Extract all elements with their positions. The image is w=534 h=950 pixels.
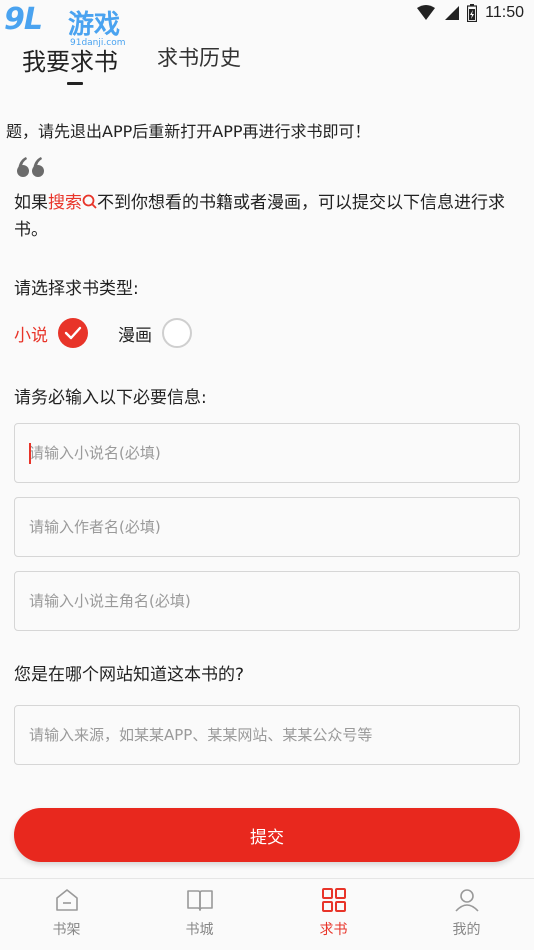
source-label: 您是在哪个网站知道这本书的? (14, 665, 245, 685)
protagonist-field (14, 571, 520, 631)
header-tabs: 我要求书 求书历史 (0, 30, 534, 94)
tab-active-indicator (67, 82, 83, 85)
nav-item-request[interactable]: 求书 (267, 879, 400, 950)
status-time: 11:50 (485, 4, 524, 21)
author-input[interactable] (15, 498, 519, 556)
nav-item-bookshelf[interactable]: 书架 (0, 879, 133, 950)
battery-icon (467, 4, 478, 22)
search-icon (82, 194, 97, 209)
protagonist-input[interactable] (15, 572, 519, 630)
submit-button[interactable]: 提交 (14, 808, 520, 862)
nav-item-request-label: 求书 (319, 922, 348, 938)
checked-icon (58, 318, 88, 348)
quote-icon (17, 157, 44, 177)
wifi-icon (417, 5, 436, 20)
bookshelf-icon (55, 889, 78, 911)
bottom-nav: 书架 书城 求书 我的 (0, 878, 534, 950)
nav-item-profile[interactable]: 我的 (400, 879, 533, 950)
profile-icon (454, 889, 479, 912)
novel-name-input[interactable] (15, 424, 519, 482)
type-option-novel-label: 小说 (14, 325, 48, 346)
nav-item-profile-label: 我的 (452, 922, 481, 938)
type-option-comic[interactable]: 漫画 (118, 316, 192, 350)
required-info-label: 请务必输入以下必要信息: (14, 388, 207, 408)
type-option-novel[interactable]: 小说 (14, 316, 88, 350)
source-field (14, 705, 520, 765)
status-indicators: 11:50 (417, 4, 524, 22)
novel-name-field (14, 423, 520, 483)
type-label: 请选择求书类型: (14, 279, 139, 299)
unchecked-circle-icon (162, 318, 192, 348)
nav-item-bookstore-label: 书城 (185, 922, 214, 938)
intro-prefix: 如果 (14, 193, 48, 213)
submit-button-label: 提交 (250, 827, 284, 848)
text-cursor (29, 443, 31, 464)
notice-text: 题，请先退出APP后重新打开APP再进行求书即可！ (6, 122, 371, 141)
source-input[interactable] (15, 706, 519, 764)
status-bar: 9L 游戏 91danji.com 11:50 (0, 0, 534, 48)
request-grid-icon (321, 888, 346, 912)
type-selector: 小说 漫画 (14, 316, 314, 350)
type-option-comic-label: 漫画 (118, 325, 152, 346)
search-link-label: 搜索 (48, 193, 82, 213)
intro-paragraph: 如果搜索 不到你想看的书籍或者漫画，可以提交以下信息进行求书。 (14, 190, 520, 244)
tab-request-book[interactable]: 我要求书 (22, 42, 118, 77)
tab-request-history[interactable]: 求书历史 (157, 42, 241, 72)
nav-item-bookstore[interactable]: 书城 (133, 879, 266, 950)
search-link[interactable]: 搜索 (48, 193, 97, 213)
signal-icon (445, 6, 460, 20)
book-store-icon (186, 890, 213, 911)
nav-item-bookshelf-label: 书架 (52, 922, 81, 938)
author-field (14, 497, 520, 557)
